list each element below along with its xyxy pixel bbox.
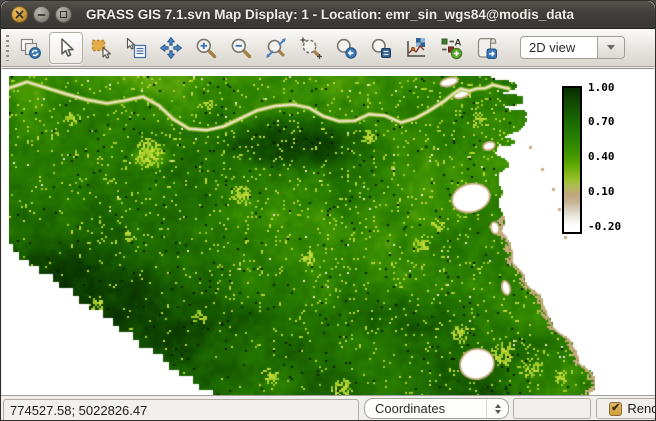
spin-up-icon [495,404,501,408]
ndvi-raster-layer [9,76,595,396]
view-mode-select[interactable]: 2D view [520,36,625,59]
map-toolbar: A 2D view [1,29,655,67]
zoom-out-button[interactable] [228,34,254,62]
render-checkbox-label: Render [627,401,656,416]
toolbar-grip[interactable] [6,35,9,61]
chevron-down-icon [607,45,615,50]
zoom-out-icon [229,36,253,60]
previous-zoom-button[interactable] [333,34,359,62]
zoom-region-icon [299,36,323,60]
maximize-button[interactable] [55,6,72,23]
view-mode-dropdown-button[interactable] [597,37,624,58]
minimize-icon [37,10,46,19]
add-overlay-icon: A [439,36,463,60]
save-display-button[interactable] [473,34,499,62]
zoom-extent-button[interactable] [263,34,289,62]
zoom-options-icon [369,36,393,60]
zoom-in-button[interactable] [193,34,219,62]
close-button[interactable] [11,6,28,23]
export-map-icon [474,36,498,60]
statusbar: 774527.58; 5022826.47 Coordinates ✔ Rend… [1,395,655,420]
legend-tick-label: -0.20 [588,220,621,233]
map-canvas[interactable]: 1.00 0.70 0.40 0.10 -0.20 [2,68,654,395]
view-mode-value: 2D view [521,37,597,58]
select-rectangle-icon [89,36,113,60]
re-render-display-button[interactable] [17,34,43,62]
window-title: GRASS GIS 7.1.svn Map Display: 1 - Locat… [86,7,574,22]
statusbar-mode-value: Coordinates [365,401,486,416]
close-icon [15,10,24,19]
pan-icon [159,36,183,60]
titlebar: GRASS GIS 7.1.svn Map Display: 1 - Locat… [1,1,655,29]
pan-button[interactable] [158,34,184,62]
coordinate-display: 774527.58; 5022826.47 [3,399,359,421]
map-legend: 1.00 0.70 0.40 0.10 -0.20 [562,86,656,234]
analyze-map-button[interactable] [403,34,429,62]
render-checkbox[interactable]: ✔ [609,402,622,416]
legend-tick-label: 0.70 [588,115,615,128]
query-icon [124,36,148,60]
minimize-button[interactable] [33,6,50,23]
pointer-icon [54,36,78,60]
previous-zoom-icon [334,36,358,60]
add-map-elements-button[interactable]: A [438,34,464,62]
legend-tick-label: 1.00 [588,81,615,94]
zoom-options-button[interactable] [368,34,394,62]
query-button[interactable] [123,34,149,62]
legend-color-bar [562,86,582,234]
statusbar-progress-panel [513,398,591,419]
statusbar-mode-select[interactable]: Coordinates [364,398,509,419]
pointer-button[interactable] [49,32,83,64]
maximize-icon [60,11,67,18]
spinner-arrows-icon[interactable] [486,399,508,418]
zoom-in-icon [194,36,218,60]
svg-text:A: A [455,37,462,48]
render-panel: ✔ Render [596,398,656,419]
map-display-window: GRASS GIS 7.1.svn Map Display: 1 - Locat… [0,0,656,421]
analyze-chart-icon [404,36,428,60]
spin-down-icon [495,410,501,414]
select-features-button[interactable] [88,34,114,62]
re-render-icon [18,36,42,60]
legend-tick-label: 0.40 [588,150,615,163]
zoom-extent-icon [264,36,288,60]
zoom-region-button[interactable] [298,34,324,62]
legend-tick-label: 0.10 [588,185,615,198]
